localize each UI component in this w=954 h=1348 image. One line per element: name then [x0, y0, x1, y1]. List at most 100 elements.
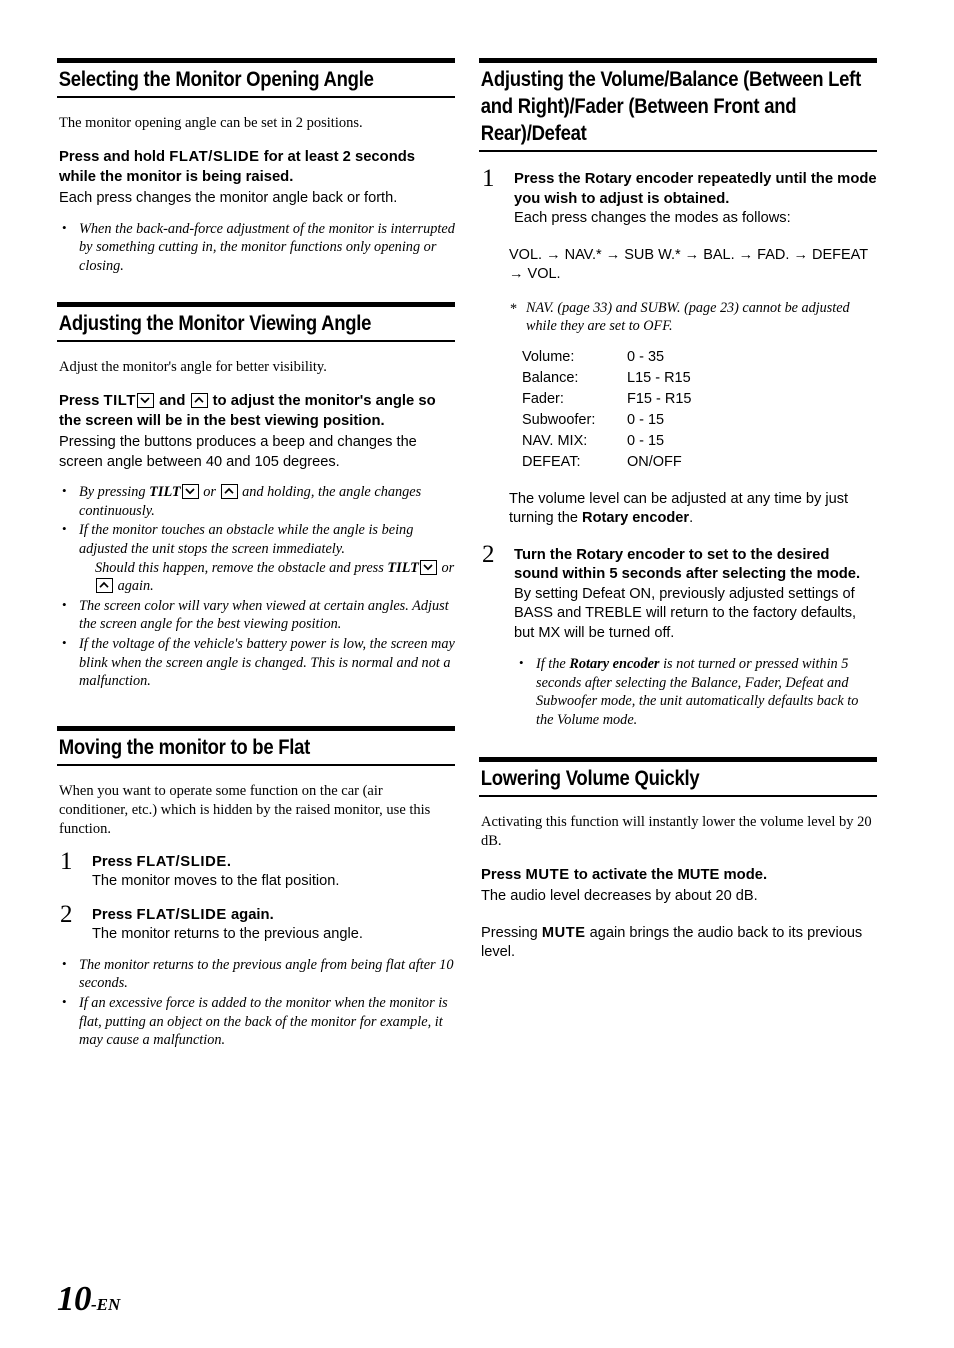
step-item: 2 Turn the Rotary encoder to set to the …	[479, 542, 877, 730]
section-heading: Adjusting the Monitor Viewing Angle	[58, 311, 372, 336]
note-list: The monitor returns to the previous angl…	[57, 955, 455, 1050]
right-column: Adjusting the Volume/Balance (Between Le…	[479, 58, 877, 963]
tilt-up-icon	[96, 578, 113, 594]
note-item: When the back-and-force adjustment of th…	[57, 219, 455, 276]
step-number: 2	[482, 540, 495, 568]
tilt-up-icon	[190, 393, 208, 409]
step-suffix: .	[226, 853, 231, 870]
note-item: If an excessive force is added to the mo…	[57, 993, 455, 1050]
key-flat-slide: FLAT/SLIDE	[136, 906, 227, 923]
step-prefix: Press	[92, 853, 137, 870]
key-rotary-encoder: Rotary encoder	[576, 546, 685, 563]
step-instruction: Press FLAT/SLIDE.	[92, 853, 455, 873]
key-mute: MUTE	[525, 866, 570, 883]
key-tilt: TILT	[387, 559, 419, 576]
key-rotary-encoder: Rotary encoder	[584, 171, 694, 187]
step-detail: Each press changes the modes as follows:	[514, 210, 791, 226]
key-rotary-encoder: Rotary encoder	[569, 656, 660, 673]
table-row: NAV. MIX: 0 - 15	[522, 432, 691, 453]
note-list: By pressing TILT or and holding, the ang…	[57, 482, 455, 691]
step-instruction: Press the Rotary encoder repeatedly unti…	[514, 170, 877, 209]
closing-prefix: Pressing	[481, 924, 542, 941]
mode-label: DEFEAT:	[522, 453, 581, 470]
mode-range: F15 - R15	[627, 390, 692, 407]
heading-rule-bottom	[479, 150, 877, 152]
mode-range: ON/OFF	[627, 453, 682, 470]
mode-label: Fader:	[522, 390, 564, 407]
note-prefix: Should this happen, remove the obstacle …	[95, 559, 388, 576]
step-detail: The monitor moves to the flat position.	[92, 873, 340, 890]
heading-rule-bottom	[479, 794, 877, 797]
note-line-1: If the monitor touches an obstacle while…	[79, 522, 414, 558]
mode-range: L15 - R15	[627, 369, 691, 386]
closing-note: Pressing MUTE again brings the audio bac…	[481, 924, 877, 963]
section-selecting-monitor-opening-angle: Selecting the Monitor Opening Angle The …	[57, 58, 455, 275]
table-row: Volume: 0 - 35	[522, 348, 691, 369]
key-mute: MUTE	[541, 924, 586, 941]
instruction-detail: Pressing the buttons produces a beep and…	[59, 434, 417, 470]
section-heading: Lowering Volume Quickly	[480, 765, 700, 790]
footnote: NAV. (page 33) and SUBW. (page 23) canno…	[508, 299, 877, 336]
mode-sequence: VOL. → NAV.* → SUB W.* → BAL. → FAD. → D…	[509, 246, 868, 283]
table-row: Balance: L15 - R15	[522, 369, 691, 390]
heading-rule-bottom	[57, 763, 455, 766]
section-moving-monitor-to-be-flat: Moving the monitor to be Flat When you w…	[57, 725, 455, 1050]
instruction-middle: and	[154, 393, 190, 410]
section-heading: Selecting the Monitor Opening Angle	[58, 67, 374, 91]
instruction-line: Press TILT and to adjust the monitor's a…	[59, 392, 455, 431]
step-number: 1	[60, 847, 73, 875]
manual-page: Selecting the Monitor Opening Angle The …	[0, 0, 954, 1348]
section-intro: Adjust the monitor's angle for better vi…	[59, 359, 327, 376]
note-middle: or	[437, 559, 455, 576]
note-prefix: If the	[536, 656, 570, 673]
step-prefix: Turn the	[514, 546, 577, 563]
step-prefix: Press the	[514, 171, 585, 187]
left-column: Selecting the Monitor Opening Angle The …	[57, 58, 455, 1051]
note-list: When the back-and-force adjustment of th…	[57, 219, 455, 276]
mode-range: 0 - 35	[627, 348, 665, 365]
section-heading: Moving the monitor to be Flat	[58, 734, 311, 759]
section-adjusting-volume-balance-fader-defeat: Adjusting the Volume/Balance (Between Le…	[479, 58, 877, 730]
note-suffix: .	[689, 510, 694, 527]
heading-rule-bottom	[57, 96, 455, 98]
tilt-down-icon	[136, 393, 154, 409]
section-lowering-volume-quickly: Lowering Volume Quickly Activating this …	[479, 756, 877, 963]
instruction-suffix: to activate the MUTE mode.	[569, 866, 768, 883]
note-list: If the Rotary encoder is not turned or p…	[514, 654, 877, 729]
heading-rule-bottom	[57, 340, 455, 343]
page-number: 10-EN	[57, 1281, 120, 1322]
section-intro: When you want to operate some function o…	[59, 782, 431, 837]
section-intro: Activating this function will instantly …	[481, 813, 872, 849]
note-item: If the Rotary encoder is not turned or p…	[514, 654, 877, 729]
volume-note: The volume level can be adjusted at any …	[509, 490, 877, 529]
step-item: 1 Press FLAT/SLIDE. The monitor moves to…	[57, 849, 455, 892]
note-suffix: again.	[114, 578, 154, 595]
instruction-line: Press and hold FLAT/SLIDE for at least 2…	[59, 148, 455, 187]
tilt-up-icon	[220, 484, 238, 500]
mode-label: Subwoofer:	[522, 411, 596, 428]
key-flat-slide: FLAT/SLIDE	[169, 149, 260, 165]
step-item: 1 Press the Rotary encoder repeatedly un…	[479, 166, 877, 229]
note-middle: or	[199, 484, 220, 501]
section-heading: Adjusting the Volume/Balance (Between Le…	[480, 67, 862, 145]
note-item: If the monitor touches an obstacle while…	[57, 520, 455, 596]
key-tilt: TILT	[149, 484, 181, 501]
note-item: The screen color will vary when viewed a…	[57, 596, 455, 634]
step-prefix: Press	[92, 906, 137, 923]
instruction-prefix: Press	[59, 393, 104, 410]
step-number: 1	[482, 165, 495, 192]
instruction-line: Press MUTE to activate the MUTE mode.	[481, 866, 877, 886]
note-line-2: Should this happen, remove the obstacle …	[79, 559, 455, 596]
table-row: DEFEAT: ON/OFF	[522, 453, 691, 474]
key-flat-slide: FLAT/SLIDE	[136, 853, 227, 870]
page-number-value: 10	[57, 1279, 92, 1318]
mode-label: Balance:	[522, 369, 579, 386]
mode-label: NAV. MIX:	[522, 432, 588, 449]
note-prefix: By pressing	[79, 484, 150, 501]
instruction-prefix: Press	[481, 866, 526, 883]
key-tilt: TILT	[103, 393, 136, 410]
step-suffix: again.	[226, 906, 274, 923]
note-item: If the voltage of the vehicle's battery …	[57, 634, 455, 691]
mode-range-table: Volume: 0 - 35 Balance: L15 - R15 Fader: F1…	[522, 348, 691, 474]
step-item: 2 Press FLAT/SLIDE again. The monitor re…	[57, 902, 455, 945]
